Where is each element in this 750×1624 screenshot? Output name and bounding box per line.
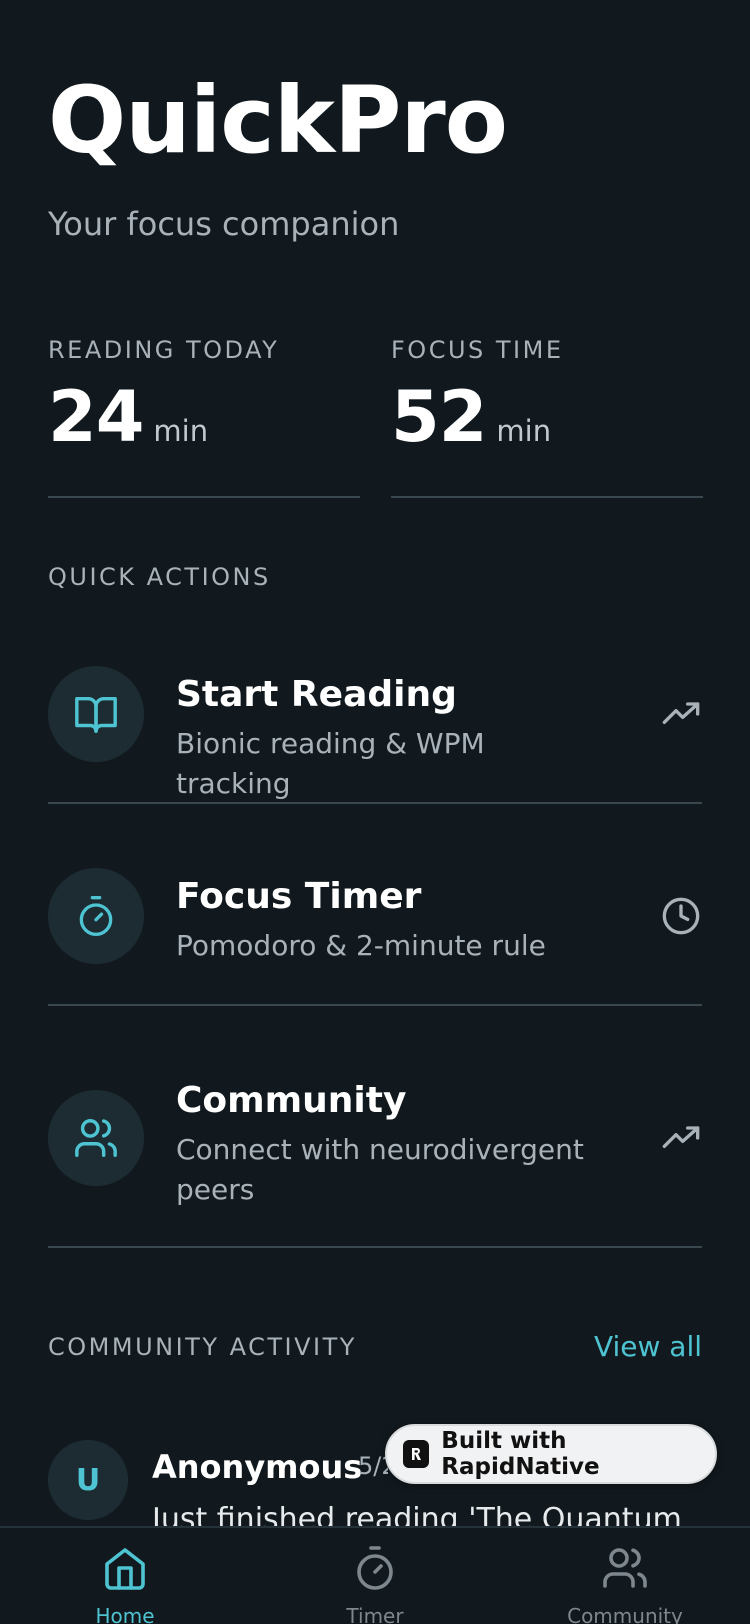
view-all-link[interactable]: View all	[594, 1330, 702, 1363]
trending-up-icon	[660, 693, 702, 735]
stat-value: 52	[391, 376, 487, 458]
avatar: U	[48, 1440, 128, 1520]
tab-community[interactable]: Community	[535, 1544, 715, 1624]
stat-focus-time: FOCUS TIME 52 min	[391, 336, 703, 498]
action-subtitle: Bionic reading & WPM tracking	[176, 727, 485, 800]
stat-unit: min	[496, 414, 552, 448]
tab-label: Community	[567, 1604, 683, 1624]
stat-unit: min	[153, 414, 209, 448]
app-screen: QuickPro Your focus companion READING TO…	[0, 0, 750, 1624]
app-subtitle: Your focus companion	[48, 205, 400, 243]
action-subtitle: Pomodoro & 2-minute rule	[176, 929, 546, 962]
post-date: 5/2	[358, 1452, 388, 1480]
stat-label: FOCUS TIME	[391, 336, 564, 364]
action-community[interactable]: Community Connect with neurodivergent pe…	[48, 1080, 702, 1248]
tab-label: Home	[95, 1604, 155, 1624]
stat-value: 24	[48, 376, 144, 458]
bottom-tab-bar: Home Timer Community	[0, 1526, 750, 1624]
tab-timer[interactable]: Timer	[285, 1544, 465, 1624]
action-start-reading[interactable]: Start Reading Bionic reading & WPM track…	[48, 666, 702, 804]
rapidnative-logo-icon	[403, 1440, 430, 1468]
app-title: QuickPro	[48, 67, 508, 174]
tab-home[interactable]: Home	[35, 1544, 215, 1624]
home-icon	[101, 1544, 149, 1596]
community-activity-heading: COMMUNITY ACTIVITY	[48, 1333, 357, 1361]
action-title: Community	[176, 1080, 407, 1121]
quick-actions-heading: QUICK ACTIONS	[48, 563, 271, 591]
action-title: Focus Timer	[176, 876, 422, 917]
tab-label: Timer	[346, 1604, 404, 1624]
stopwatch-icon	[351, 1544, 399, 1596]
users-icon	[601, 1544, 649, 1596]
stopwatch-icon	[48, 868, 144, 964]
clock-icon	[660, 895, 702, 937]
action-subtitle: Connect with neurodivergent peers	[176, 1133, 584, 1206]
badge-label: Built with RapidNative	[441, 1428, 600, 1480]
action-focus-timer[interactable]: Focus Timer Pomodoro & 2-minute rule	[48, 868, 702, 1006]
built-with-badge[interactable]: Built with RapidNative	[385, 1424, 717, 1484]
stat-label: READING TODAY	[48, 336, 280, 364]
trending-up-icon	[660, 1117, 702, 1159]
stat-reading-today: READING TODAY 24 min	[48, 336, 360, 498]
book-open-icon	[48, 666, 144, 762]
users-icon	[48, 1090, 144, 1186]
action-title: Start Reading	[176, 674, 457, 715]
post-author: Anonymous	[152, 1448, 363, 1486]
